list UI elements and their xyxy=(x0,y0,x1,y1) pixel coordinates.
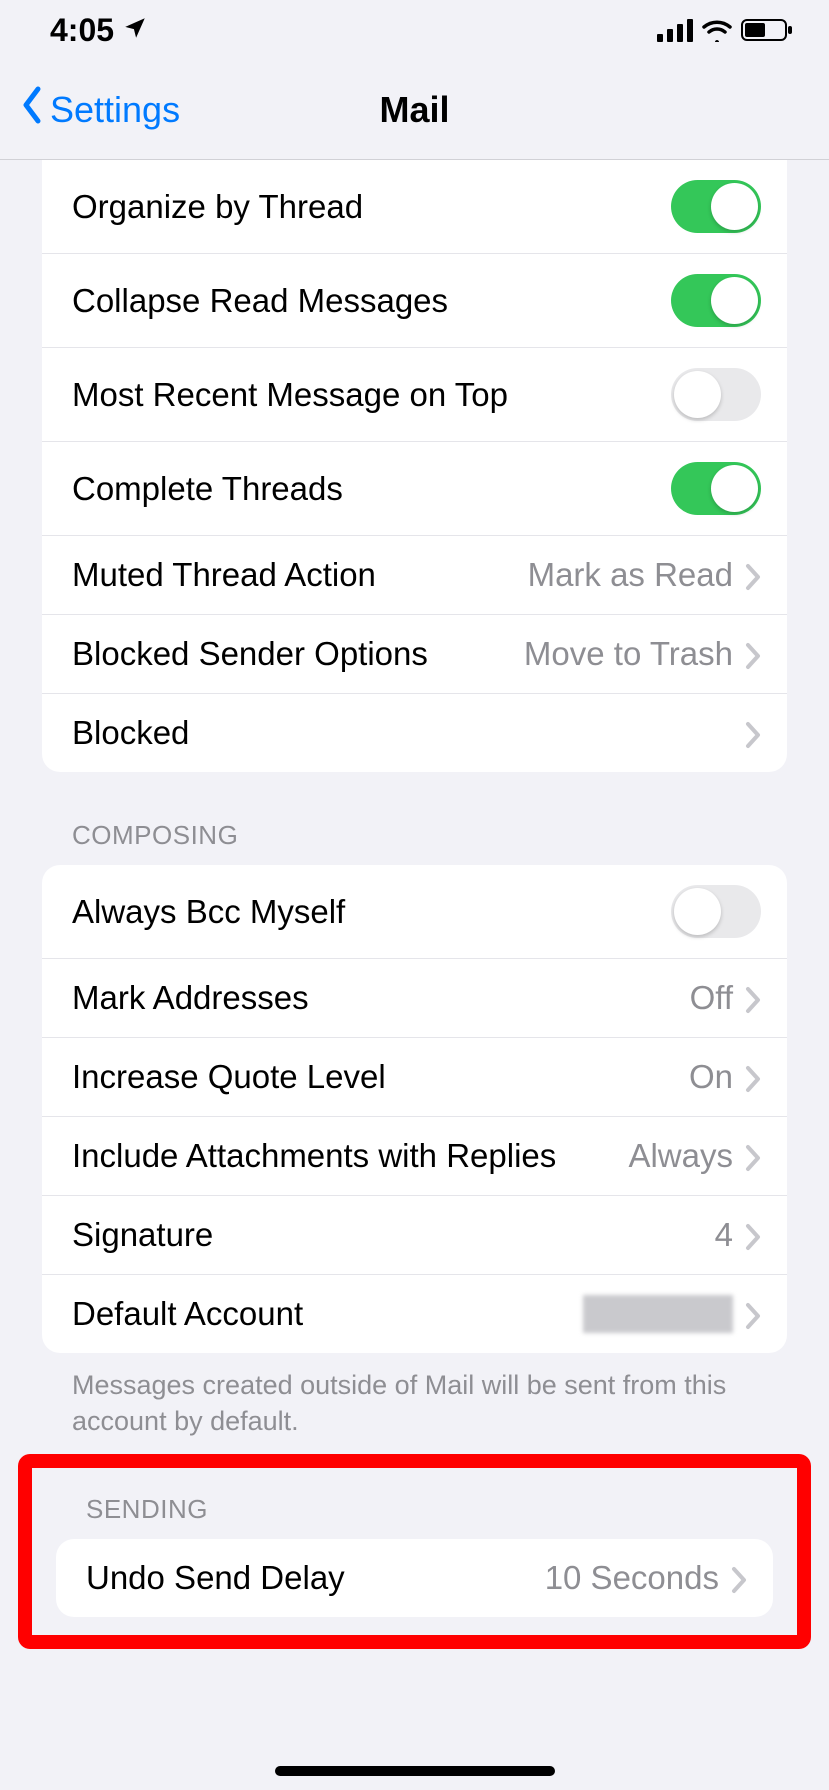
section-header-composing: COMPOSING xyxy=(42,772,787,865)
row-value: 10 Seconds xyxy=(545,1559,719,1597)
row-complete-threads[interactable]: Complete Threads xyxy=(42,441,787,535)
chevron-left-icon xyxy=(20,85,44,134)
status-bar: 4:05 xyxy=(0,0,829,60)
row-always-bcc-myself[interactable]: Always Bcc Myself xyxy=(42,865,787,958)
row-mark-addresses[interactable]: Mark Addresses Off xyxy=(42,958,787,1037)
chevron-right-icon xyxy=(745,1063,761,1091)
chevron-right-icon xyxy=(745,561,761,589)
chevron-right-icon xyxy=(745,640,761,668)
section-threading: Organize by Thread Collapse Read Message… xyxy=(42,160,787,772)
back-button[interactable]: Settings xyxy=(20,85,180,134)
row-organize-by-thread[interactable]: Organize by Thread xyxy=(42,160,787,253)
section-sending: SENDING Undo Send Delay 10 Seconds xyxy=(56,1468,773,1617)
row-blocked[interactable]: Blocked xyxy=(42,693,787,772)
row-undo-send-delay[interactable]: Undo Send Delay 10 Seconds xyxy=(56,1539,773,1617)
status-left: 4:05 xyxy=(50,12,148,49)
row-value: Move to Trash xyxy=(524,635,733,673)
chevron-right-icon xyxy=(745,719,761,747)
row-most-recent-on-top[interactable]: Most Recent Message on Top xyxy=(42,347,787,441)
row-value: Off xyxy=(690,979,733,1017)
chevron-right-icon xyxy=(745,1300,761,1328)
row-label: Blocked Sender Options xyxy=(72,635,524,673)
row-label: Mark Addresses xyxy=(72,979,690,1017)
section-footer-composing: Messages created outside of Mail will be… xyxy=(42,1353,787,1440)
row-value: Always xyxy=(628,1137,733,1175)
group-threading: Organize by Thread Collapse Read Message… xyxy=(42,160,787,772)
row-label: Include Attachments with Replies xyxy=(72,1137,628,1175)
row-value: Mark as Read xyxy=(528,556,733,594)
row-label: Undo Send Delay xyxy=(86,1559,545,1597)
row-label: Default Account xyxy=(72,1295,583,1333)
chevron-right-icon xyxy=(745,1221,761,1249)
chevron-right-icon xyxy=(745,984,761,1012)
row-value-obscured: ████ █ xyxy=(583,1295,733,1333)
row-label: Increase Quote Level xyxy=(72,1058,689,1096)
status-time: 4:05 xyxy=(50,12,114,49)
row-value: 4 xyxy=(715,1216,733,1254)
toggle-most-recent-on-top[interactable] xyxy=(671,368,761,421)
row-collapse-read-messages[interactable]: Collapse Read Messages xyxy=(42,253,787,347)
row-label: Always Bcc Myself xyxy=(72,893,671,931)
row-signature[interactable]: Signature 4 xyxy=(42,1195,787,1274)
toggle-complete-threads[interactable] xyxy=(671,462,761,515)
row-default-account[interactable]: Default Account ████ █ xyxy=(42,1274,787,1353)
row-label: Organize by Thread xyxy=(72,188,671,226)
row-label: Signature xyxy=(72,1216,715,1254)
cellular-icon xyxy=(657,18,693,42)
row-include-attachments[interactable]: Include Attachments with Replies Always xyxy=(42,1116,787,1195)
row-blocked-sender-options[interactable]: Blocked Sender Options Move to Trash xyxy=(42,614,787,693)
toggle-always-bcc-myself[interactable] xyxy=(671,885,761,938)
row-label: Most Recent Message on Top xyxy=(72,376,671,414)
back-label: Settings xyxy=(50,89,180,131)
status-right xyxy=(657,18,793,42)
row-label: Complete Threads xyxy=(72,470,671,508)
location-icon xyxy=(122,12,148,49)
group-composing: Always Bcc Myself Mark Addresses Off Inc… xyxy=(42,865,787,1353)
chevron-right-icon xyxy=(731,1564,747,1592)
toggle-organize-by-thread[interactable] xyxy=(671,180,761,233)
highlight-box: SENDING Undo Send Delay 10 Seconds xyxy=(18,1454,811,1649)
chevron-right-icon xyxy=(745,1142,761,1170)
toggle-collapse-read-messages[interactable] xyxy=(671,274,761,327)
row-label: Muted Thread Action xyxy=(72,556,528,594)
nav-bar: Settings Mail xyxy=(0,60,829,160)
section-composing: COMPOSING Always Bcc Myself Mark Address… xyxy=(42,772,787,1440)
row-increase-quote-level[interactable]: Increase Quote Level On xyxy=(42,1037,787,1116)
home-indicator xyxy=(275,1766,555,1776)
row-value: On xyxy=(689,1058,733,1096)
row-label: Collapse Read Messages xyxy=(72,282,671,320)
row-muted-thread-action[interactable]: Muted Thread Action Mark as Read xyxy=(42,535,787,614)
battery-icon xyxy=(741,18,793,42)
section-header-sending: SENDING xyxy=(56,1468,773,1539)
group-sending: Undo Send Delay 10 Seconds xyxy=(56,1539,773,1617)
row-label: Blocked xyxy=(72,714,745,752)
wifi-icon xyxy=(701,18,733,42)
